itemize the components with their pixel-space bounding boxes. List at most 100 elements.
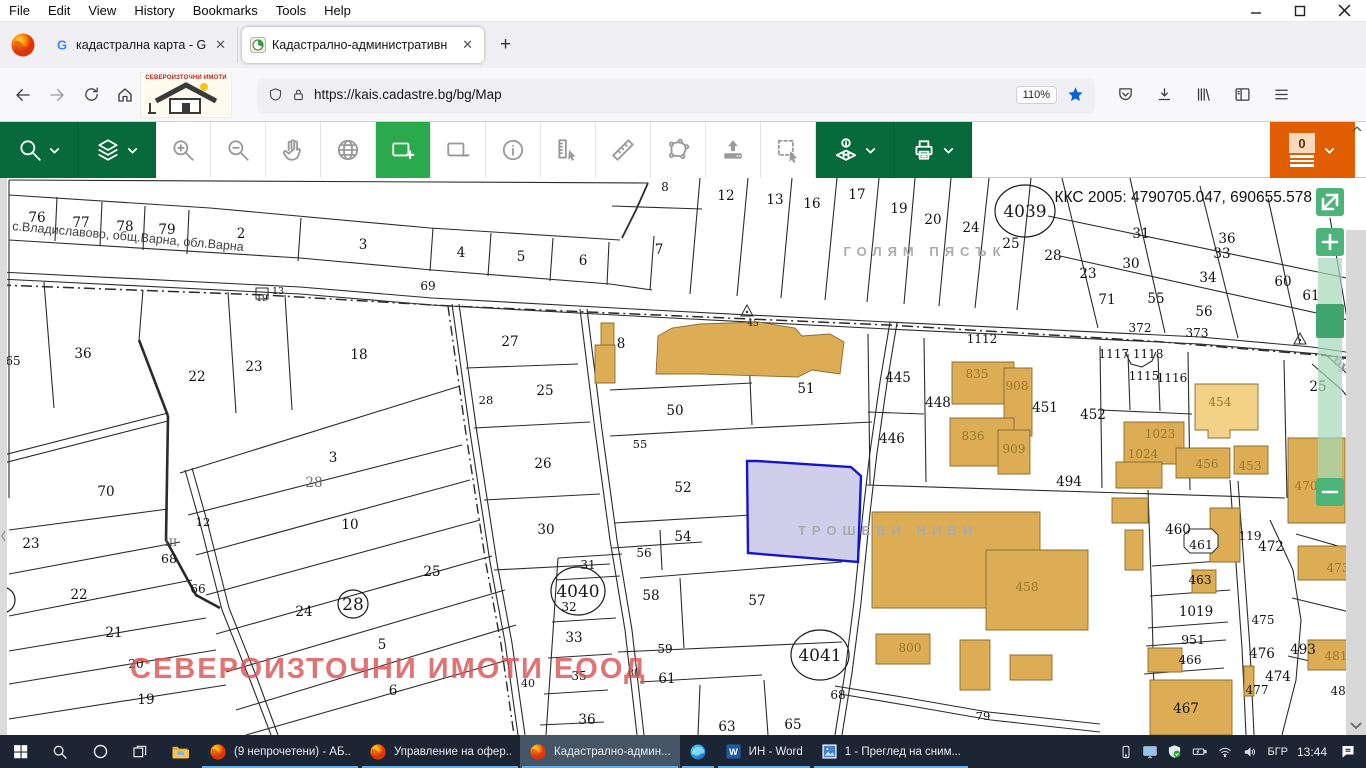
download-icon[interactable]: [1147, 78, 1181, 112]
page-zoom-indicator[interactable]: 110%: [1016, 86, 1057, 104]
tool-print[interactable]: [894, 122, 972, 178]
tab-close-icon[interactable]: ✕: [212, 37, 229, 53]
tool-select-remove[interactable]: [431, 122, 486, 178]
menu-bar: FileEditViewHistoryBookmarksToolsHelp: [0, 0, 1366, 22]
taskbar-app-4[interactable]: WИН - Word: [716, 735, 812, 768]
back-button[interactable]: [6, 78, 40, 112]
taskbar-app-3[interactable]: [680, 735, 716, 768]
parcel-label: 21: [105, 625, 122, 641]
tool-measure-area[interactable]: [651, 122, 706, 178]
selection-list-button[interactable]: 0: [1270, 122, 1355, 178]
polygon-icon: [665, 137, 691, 163]
tab-1[interactable]: Кадастрално-административн✕: [242, 27, 484, 63]
sidebar-icon[interactable]: [1225, 78, 1259, 112]
task-view-icon[interactable]: [120, 735, 160, 768]
pocket-icon[interactable]: [1108, 78, 1142, 112]
lock-icon[interactable]: [291, 87, 306, 102]
rect-add-icon: [390, 137, 416, 163]
tool-info[interactable]: [486, 122, 541, 178]
menu-icon[interactable]: [1264, 78, 1298, 112]
defender-shield-icon[interactable]: [1167, 744, 1182, 759]
upload-icon: [720, 137, 746, 163]
volume-icon[interactable]: [1242, 745, 1258, 759]
wifi-icon[interactable]: [1217, 745, 1233, 759]
tool-select-add[interactable]: [376, 122, 431, 178]
tool-globe[interactable]: [321, 122, 376, 178]
menu-bookmarks[interactable]: Bookmarks: [184, 3, 267, 18]
taskbar-app-1[interactable]: Управление на офер...: [360, 735, 520, 768]
win-start-icon[interactable]: [0, 735, 40, 768]
taskbar-app-5[interactable]: 1 - Преглед на сним...: [812, 735, 970, 768]
chevron-down-icon: [1323, 144, 1336, 157]
parcel-label: 951: [1181, 632, 1205, 647]
selected-parcel-53[interactable]: [747, 461, 861, 562]
explorer-icon[interactable]: [160, 735, 200, 768]
region-number: 4039: [1003, 202, 1046, 222]
battery-icon[interactable]: [1191, 744, 1208, 759]
building-label: 800: [899, 641, 922, 655]
library-icon[interactable]: [1186, 78, 1220, 112]
menu-tools[interactable]: Tools: [267, 3, 315, 18]
home-button[interactable]: [108, 78, 142, 112]
tool-search[interactable]: [0, 122, 78, 178]
parcel-label: 59: [657, 642, 672, 656]
zoom-slider-track[interactable]: [1318, 258, 1342, 478]
language-indicator[interactable]: БГР: [1267, 746, 1288, 758]
tool-select-rect[interactable]: [761, 122, 816, 178]
tool-pan[interactable]: [266, 122, 321, 178]
url-bar[interactable]: https://kais.cadastre.bg/bg/Map 110%: [258, 78, 1094, 112]
minimize-button[interactable]: [1234, 0, 1278, 21]
forward-button[interactable]: [40, 78, 74, 112]
tool-identify-layers[interactable]: [816, 122, 894, 178]
tab-0[interactable]: Gкадастрална карта - Google Тъ✕: [46, 27, 238, 63]
taskbar-app-label: Управление на офер...: [394, 746, 511, 758]
parcel-label: 28: [305, 475, 322, 491]
menu-file[interactable]: File: [0, 3, 39, 18]
zoom-slider-handle[interactable]: [1316, 304, 1344, 338]
monitor-icon[interactable]: [1142, 744, 1158, 760]
shield-icon[interactable]: [268, 87, 283, 102]
clock[interactable]: 13:44: [1297, 745, 1327, 759]
menu-edit[interactable]: Edit: [39, 3, 79, 18]
menu-history[interactable]: History: [125, 3, 183, 18]
taskbar-app-2[interactable]: Кадастрално-админ...: [520, 735, 680, 768]
win-search-icon[interactable]: [40, 735, 80, 768]
cortana-icon[interactable]: [80, 735, 120, 768]
tool-measure-distance[interactable]: [596, 122, 651, 178]
menu-help[interactable]: Help: [315, 3, 360, 18]
tab-close-icon[interactable]: ✕: [459, 37, 476, 53]
building-label: 908: [1006, 379, 1029, 393]
tool-layers[interactable]: [78, 122, 156, 178]
left-panel-strip[interactable]: [0, 178, 7, 735]
tool-upload[interactable]: [706, 122, 761, 178]
parcel-label: 33: [565, 630, 582, 646]
collapse-toolbar-icon[interactable]: [1350, 122, 1364, 140]
parcel-label: 34: [1199, 270, 1216, 286]
logo-house-icon: [142, 81, 230, 115]
reload-button[interactable]: [74, 78, 108, 112]
maximize-button[interactable]: [1278, 0, 1322, 21]
right-panel-strip[interactable]: [1346, 230, 1366, 735]
url-text[interactable]: https://kais.cadastre.bg/bg/Map: [314, 87, 1016, 102]
parcel-label: 476: [1249, 646, 1275, 662]
tool-zoom-in[interactable]: [156, 122, 211, 178]
parcel-label: 70: [97, 484, 114, 500]
parcel-label: 373: [1186, 326, 1209, 340]
map-canvas[interactable]: 4039404040412877677787923456781213161719…: [0, 178, 1366, 735]
building: [1116, 462, 1162, 488]
action-center-icon[interactable]: [1340, 744, 1356, 759]
tool-zoom-out[interactable]: [211, 122, 266, 178]
tool-measure-plan[interactable]: [541, 122, 596, 178]
bookmark-star-icon[interactable]: [1067, 86, 1084, 103]
building-label: 453: [1239, 459, 1262, 473]
new-tab-button[interactable]: +: [488, 34, 523, 56]
parcel-label: 25: [423, 564, 440, 580]
phone-link-icon[interactable]: [1119, 745, 1133, 759]
taskbar-app-0[interactable]: (9 непрочетени) - АБ...: [200, 735, 360, 768]
parcel-label: 26: [534, 456, 551, 472]
menu-view[interactable]: View: [79, 3, 125, 18]
svg-text:G: G: [57, 38, 67, 53]
close-button[interactable]: [1322, 0, 1366, 21]
hand-icon: [280, 137, 306, 163]
firefox-icon[interactable]: [0, 32, 46, 58]
